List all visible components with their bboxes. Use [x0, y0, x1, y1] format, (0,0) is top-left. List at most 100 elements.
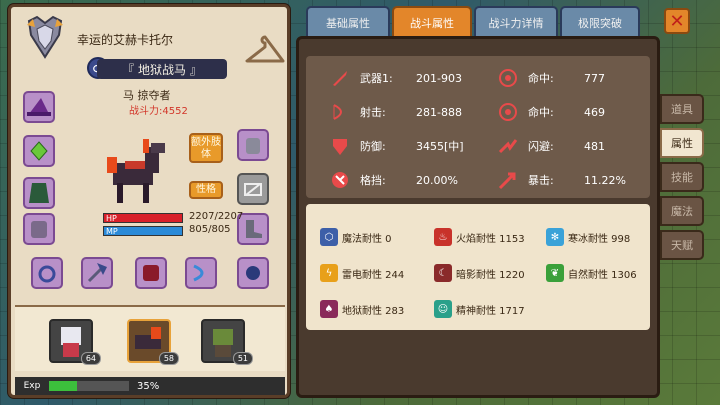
spirit-icon: ☺: [434, 300, 452, 318]
gauntlet-icon: [246, 138, 260, 154]
stat-label: 武器1:: [360, 72, 393, 85]
equip-slot-bow[interactable]: [185, 257, 217, 289]
exp-bar-fill: [49, 381, 77, 391]
hero-title[interactable]: 『 地狱战马 』: [97, 59, 227, 79]
mp-label: MP: [106, 227, 118, 236]
cloak-icon: [29, 183, 49, 203]
hero-sprite-hellhorse: [107, 139, 165, 203]
dodge-arrow-icon: [498, 139, 518, 154]
stat-label: 格挡:: [360, 174, 386, 187]
side-tabs: 道具 属性 技能 魔法 天赋: [660, 94, 704, 260]
stat-value: 777: [584, 71, 605, 85]
close-button[interactable]: ✕: [664, 8, 690, 34]
rank-badge-icon: [27, 15, 63, 59]
resistance-label: 雷电耐性 244: [342, 269, 405, 281]
equip-slot-armor[interactable]: [23, 213, 55, 245]
team-member-level: 51: [232, 352, 253, 365]
trait-button[interactable]: 性格: [189, 181, 223, 199]
tab-combat-attributes[interactable]: 战斗属性: [392, 6, 472, 38]
resistance-label: 火焰耐性 1153: [456, 233, 525, 245]
crit-arrow-icon: [498, 172, 516, 190]
chest-armor-icon: [31, 221, 47, 238]
hp-label: HP: [106, 214, 117, 223]
equip-slot-offhand[interactable]: [135, 257, 167, 289]
stat-label: 闪避:: [528, 140, 554, 153]
wardrobe-hanger-icon[interactable]: [243, 33, 287, 67]
stat-value: 20.00%: [416, 173, 458, 187]
resistance-nature: ❦ 自然耐性 1306: [546, 264, 637, 282]
hell-icon: ♠: [320, 300, 338, 318]
hp-bar: HP: [103, 213, 183, 223]
resistances: ⬡ 魔法耐性 0 ♨ 火焰耐性 1153 ✻ 寒冰耐性 998 ϟ 雷电耐性 2…: [306, 204, 650, 330]
block-icon: [332, 172, 348, 188]
stat-value: 481: [584, 139, 605, 153]
resistance-ice: ✻ 寒冰耐性 998: [546, 228, 630, 246]
side-tab-items[interactable]: 道具: [660, 94, 704, 124]
side-tab-magic[interactable]: 魔法: [660, 196, 704, 226]
team-member-3[interactable]: 51: [201, 319, 253, 365]
amulet-icon: [30, 141, 48, 161]
resistance-shadow: ☾ 暗影耐性 1220: [434, 264, 525, 282]
exp-label: Exp: [23, 381, 41, 391]
bow-icon: [193, 264, 204, 282]
stat-value: 3455[中]: [416, 140, 464, 153]
combat-power: 战斗力:4552: [129, 106, 188, 117]
equip-slot-weapon[interactable]: [81, 257, 113, 289]
equip-slot-ring[interactable]: [31, 257, 63, 289]
stat-shoot: 射击: 281-888: [330, 102, 496, 122]
boots-icon: [246, 220, 262, 238]
trinket-icon: [246, 266, 260, 280]
mask-icon: [143, 265, 159, 281]
side-tab-talent[interactable]: 天赋: [660, 230, 704, 260]
resistance-hell: ♠ 地狱耐性 283: [320, 300, 404, 318]
bow-icon: [333, 104, 342, 120]
side-tab-skills[interactable]: 技能: [660, 162, 704, 192]
equip-slot-necklace[interactable]: [23, 135, 55, 167]
close-icon: ✕: [669, 10, 685, 32]
stat-value: 201-903: [416, 71, 462, 85]
stat-crit: 暴击: 11.22%: [498, 170, 664, 190]
axe-icon: [87, 263, 107, 283]
resistance-thunder: ϟ 雷电耐性 244: [320, 264, 404, 282]
resistance-magic: ⬡ 魔法耐性 0: [320, 228, 392, 246]
equip-slot-helmet[interactable]: [23, 91, 55, 123]
equip-slot-empty[interactable]: [237, 173, 269, 205]
lightning-icon: ϟ: [320, 264, 338, 282]
tab-power-details[interactable]: 战斗力详情: [474, 6, 558, 38]
team-member-level: 64: [80, 352, 101, 365]
extra-body-button[interactable]: 额外肢体: [189, 133, 223, 163]
stat-value: 281-888: [416, 105, 462, 119]
exp-row: Exp 35%: [15, 377, 285, 395]
target-icon: [499, 69, 517, 87]
equip-slot-cloak[interactable]: [23, 177, 55, 209]
team-member-1[interactable]: 64: [49, 319, 101, 365]
team-member-level: 58: [158, 352, 179, 365]
leaf-icon: ❦: [546, 264, 564, 282]
character-panel: 幸运的艾赫卡托尔 ♂ 『 地狱战马 』 马 掠夺者 战斗力:4552 额外肢体 …: [8, 4, 290, 398]
resistance-label: 魔法耐性 0: [342, 233, 392, 245]
resistance-spirit: ☺ 精神耐性 1717: [434, 300, 525, 318]
empty-slot-icon: [244, 183, 262, 196]
tab-basic-attributes[interactable]: 基础属性: [306, 6, 390, 38]
stat-weapon: 武器1: 201-903: [330, 68, 496, 88]
resistance-label: 暗影耐性 1220: [456, 269, 525, 281]
hero-class: 马 掠夺者: [123, 89, 171, 102]
attribute-tabs: 基础属性 战斗属性 战斗力详情 极限突破: [306, 6, 640, 40]
side-tab-attributes[interactable]: 属性: [660, 128, 704, 158]
team-member-2[interactable]: 58: [127, 319, 179, 365]
sword-icon: [333, 71, 347, 86]
stat-dodge: 闪避: 481: [498, 136, 664, 156]
resistance-fire: ♨ 火焰耐性 1153: [434, 228, 525, 246]
stat-hit: 命中: 777: [498, 68, 664, 88]
equip-slot-gloves[interactable]: [237, 129, 269, 161]
team-strip: 64 58 51: [15, 305, 285, 371]
equip-slot-accessory[interactable]: [237, 257, 269, 289]
shield-icon: [333, 139, 347, 155]
resistance-label: 地狱耐性 283: [342, 305, 405, 317]
stat-value: 11.22%: [584, 173, 626, 187]
snowflake-icon: ✻: [546, 228, 564, 246]
exp-bar: [49, 381, 129, 391]
stat-value: 469: [584, 105, 605, 119]
tab-limit-break[interactable]: 极限突破: [560, 6, 640, 38]
stat-label: 防御:: [360, 140, 386, 153]
